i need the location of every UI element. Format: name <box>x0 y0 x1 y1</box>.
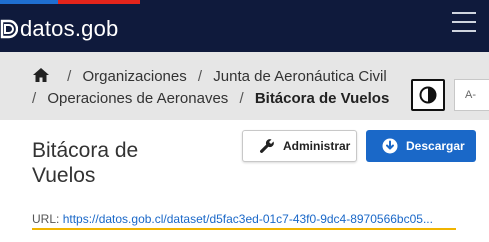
download-button[interactable]: Descargar <box>366 130 476 162</box>
admin-button-label: Administrar <box>283 139 351 153</box>
breadcrumb-separator: / <box>239 90 244 107</box>
wrench-icon <box>260 139 274 153</box>
url-link[interactable]: https://datos.gob.cl/dataset/d5fac3ed-01… <box>63 212 433 226</box>
font-decrease-button[interactable]: A- <box>454 79 489 111</box>
logo-text: datos.gob <box>20 16 119 41</box>
page-title-line2: Vuelos <box>32 164 96 187</box>
admin-button[interactable]: Administrar <box>242 130 357 162</box>
url-label: URL: <box>32 212 60 226</box>
datos-logo-icon <box>0 19 18 39</box>
breadcrumb-separator: / <box>32 90 37 107</box>
url-highlight-underline <box>32 228 456 230</box>
breadcrumb-separator: / <box>197 68 203 85</box>
breadcrumb-current: Bitácora de Vuelos <box>254 90 390 107</box>
breadcrumb-separator: / <box>67 68 72 85</box>
download-button-label: Descargar <box>406 139 465 153</box>
breadcrumb-organizaciones[interactable]: Organizaciones <box>83 68 187 85</box>
page-title: Bitácora de Vuelos <box>32 138 202 188</box>
flag-stripe <box>0 0 140 4</box>
page-title-line1: Bitácora de <box>32 139 139 162</box>
breadcrumb-junta[interactable]: Junta de Aeronáutica Civil <box>213 68 386 85</box>
home-icon[interactable] <box>32 67 50 83</box>
site-logo[interactable]: datos.gob <box>0 14 118 44</box>
download-icon <box>382 138 398 154</box>
dataset-header: Bitácora de Vuelos Administrar Descargar… <box>0 120 489 242</box>
breadcrumb: / Organizaciones / Junta de Aeronáutica … <box>32 66 412 110</box>
site-header: datos.gob <box>0 0 489 52</box>
contrast-icon <box>419 86 437 104</box>
contrast-toggle-button[interactable] <box>411 79 445 111</box>
hamburger-menu-icon[interactable] <box>452 12 476 34</box>
dataset-url: URL: https://datos.gob.cl/dataset/d5fac3… <box>32 212 433 226</box>
breadcrumb-operaciones[interactable]: Operaciones de Aeronaves <box>47 90 228 107</box>
